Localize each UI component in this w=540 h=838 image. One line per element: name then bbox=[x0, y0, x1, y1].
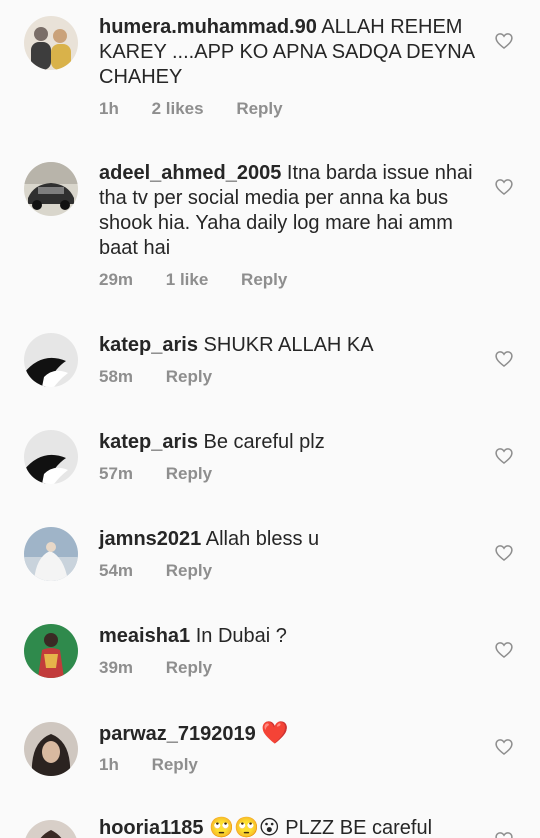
timestamp: 1h bbox=[99, 99, 119, 118]
comment-text: meaisha1 In Dubai ? bbox=[99, 625, 287, 647]
comment-text: katep_aris SHUKR ALLAH KA bbox=[99, 334, 374, 356]
comment-meta: 29m 1 like Reply bbox=[99, 270, 315, 290]
heart-outline-icon[interactable] bbox=[494, 737, 514, 757]
comment-meta: 39m Reply bbox=[99, 658, 240, 678]
username[interactable]: meaisha1 bbox=[99, 625, 190, 647]
reply-button[interactable]: Reply bbox=[166, 464, 212, 484]
timestamp: 58m bbox=[99, 367, 134, 386]
username[interactable]: parwaz_7192019 bbox=[99, 723, 256, 745]
avatar[interactable] bbox=[24, 333, 78, 387]
comment-item: jamns2021 Allah bless u 54m Reply bbox=[0, 514, 540, 611]
likes-count[interactable]: 1 like bbox=[166, 270, 209, 290]
avatar[interactable] bbox=[24, 722, 78, 776]
comment-meta: 1h Reply bbox=[99, 755, 226, 775]
reply-button[interactable]: Reply bbox=[166, 658, 212, 678]
comment-text: adeel_ahmed_2005 Itna barda issue nhai t… bbox=[99, 162, 473, 259]
username[interactable]: hooria1185 bbox=[99, 817, 204, 838]
comments-list: humera.muhammad.90 ALLAH REHEM KAREY ...… bbox=[0, 0, 540, 838]
timestamp: 54m bbox=[99, 561, 134, 580]
reply-button[interactable]: Reply bbox=[152, 755, 198, 775]
comment-item: humera.muhammad.90 ALLAH REHEM KAREY ...… bbox=[0, 0, 540, 150]
heart-outline-icon[interactable] bbox=[494, 543, 514, 563]
reply-button[interactable]: Reply bbox=[236, 99, 282, 119]
reply-button[interactable]: Reply bbox=[241, 270, 287, 290]
username[interactable]: katep_aris bbox=[99, 431, 198, 453]
heart-outline-icon[interactable] bbox=[494, 640, 514, 660]
comment-item: hooria1185 🙄🙄😮 PLZZ BE careful bbox=[0, 808, 540, 838]
username[interactable]: jamns2021 bbox=[99, 528, 201, 550]
timestamp: 57m bbox=[99, 464, 134, 483]
heart-emoji: ❤️ bbox=[261, 720, 289, 745]
comment-item: katep_aris Be careful plz 57m Reply bbox=[0, 417, 540, 514]
comment-item: meaisha1 In Dubai ? 39m Reply bbox=[0, 611, 540, 708]
heart-outline-icon[interactable] bbox=[494, 830, 514, 838]
comment-meta: 58m Reply bbox=[99, 367, 240, 387]
avatar[interactable] bbox=[24, 162, 78, 216]
heart-outline-icon[interactable] bbox=[494, 349, 514, 369]
heart-outline-icon[interactable] bbox=[494, 31, 514, 51]
avatar[interactable] bbox=[24, 820, 78, 838]
comment-text: humera.muhammad.90 ALLAH REHEM KAREY ...… bbox=[99, 16, 474, 88]
username[interactable]: adeel_ahmed_2005 bbox=[99, 162, 281, 184]
comment-meta: 57m Reply bbox=[99, 464, 240, 484]
comment-text: hooria1185 🙄🙄😮 PLZZ BE careful bbox=[99, 817, 433, 838]
timestamp: 29m bbox=[99, 270, 134, 289]
username[interactable]: humera.muhammad.90 bbox=[99, 16, 317, 38]
timestamp: 1h bbox=[99, 755, 119, 774]
likes-count[interactable]: 2 likes bbox=[152, 99, 204, 119]
comment-item: katep_aris SHUKR ALLAH KA 58m Reply bbox=[0, 320, 540, 417]
timestamp: 39m bbox=[99, 658, 134, 677]
avatar[interactable] bbox=[24, 624, 78, 678]
username[interactable]: katep_aris bbox=[99, 334, 198, 356]
comment-text: katep_aris Be careful plz bbox=[99, 431, 325, 453]
heart-outline-icon[interactable] bbox=[494, 177, 514, 197]
reply-button[interactable]: Reply bbox=[166, 561, 212, 581]
comment-text: parwaz_7192019 ❤️ bbox=[99, 720, 484, 747]
heart-outline-icon[interactable] bbox=[494, 446, 514, 466]
avatar[interactable] bbox=[24, 16, 78, 70]
reply-button[interactable]: Reply bbox=[166, 367, 212, 387]
comment-item: adeel_ahmed_2005 Itna barda issue nhai t… bbox=[0, 150, 540, 320]
comment-text: jamns2021 Allah bless u bbox=[99, 528, 320, 550]
comment-item: parwaz_7192019 ❤️ 1h Reply bbox=[0, 708, 540, 808]
avatar[interactable] bbox=[24, 430, 78, 484]
comment-meta: 1h 2 likes Reply bbox=[99, 99, 311, 119]
comment-meta: 54m Reply bbox=[99, 561, 240, 581]
avatar[interactable] bbox=[24, 527, 78, 581]
